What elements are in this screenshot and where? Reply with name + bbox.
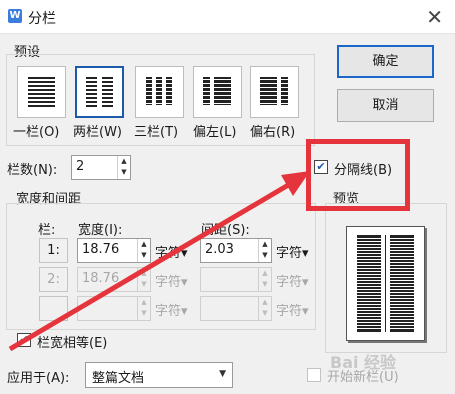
column-dialog: W 分栏 ✕ 预设 一栏(O) 两栏(W) 三栏(T) 偏左(L) 偏右(R) … [0,0,455,394]
watermark: Bai 经验 [330,353,397,372]
annotation-arrow-icon [8,171,310,352]
